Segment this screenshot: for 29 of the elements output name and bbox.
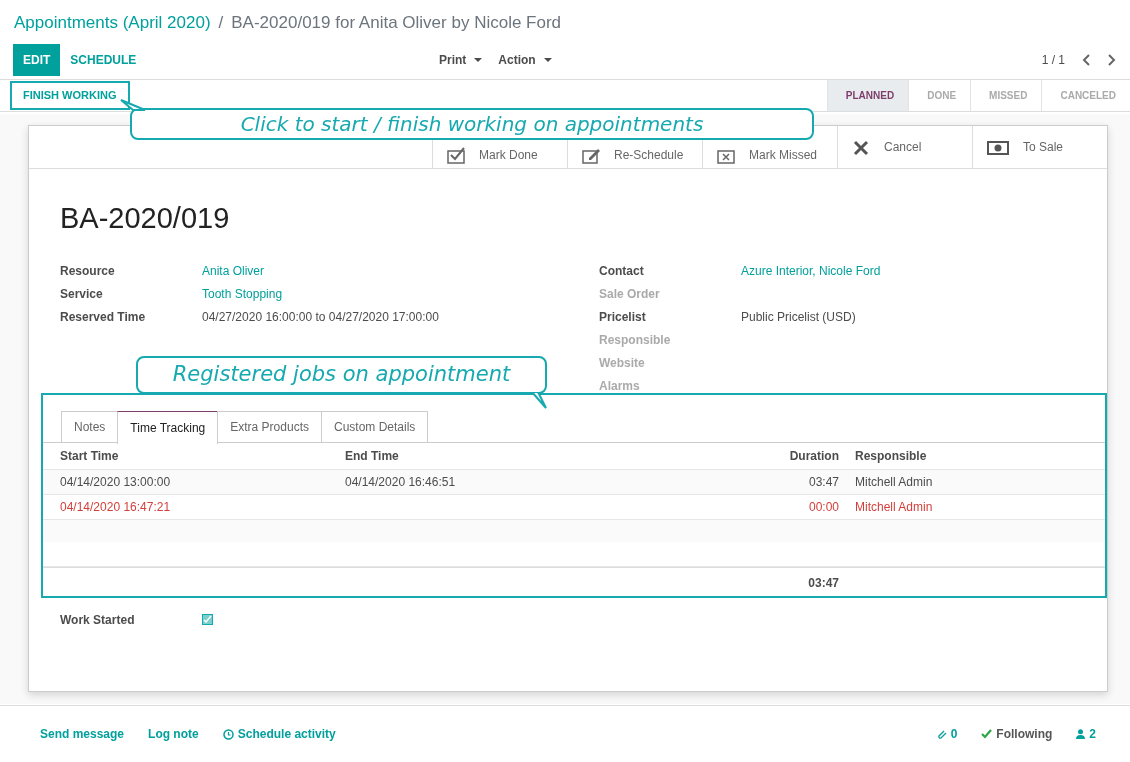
field-label: Service (60, 285, 104, 303)
field-label: Contact (599, 262, 645, 280)
field-label: Pricelist (599, 308, 647, 326)
column-header: Duration (788, 448, 839, 465)
table-cell-text: 04/14/2020 16:47:21 (59, 499, 172, 516)
table-cell-text: 04/14/2020 13:00:00 (59, 474, 172, 491)
field-label: Reserved Time (60, 308, 147, 326)
column-header: End Time (345, 448, 400, 465)
field-label: Work Started (60, 611, 136, 629)
table-cell-text: 00:00 (807, 499, 839, 516)
column-header: Responsible (854, 448, 927, 465)
column-header: Start Time (59, 448, 120, 465)
pager: 1 / 1 (1041, 51, 1065, 69)
record-title: BA-2020/019 (60, 201, 231, 236)
breadcrumb-current: BA-2020/019 for Anita Oliver by Nicole Ford (231, 12, 562, 34)
table-cell-text: 04/14/2020 16:46:51 (345, 474, 457, 491)
callout-tooltip: Registered jobs on appointment (136, 356, 547, 394)
breadcrumb-separator: / (218, 12, 224, 34)
field-label: Website (599, 354, 646, 372)
field-value: Public Pricelist (USD) (741, 308, 856, 326)
field-label: Sale Order (599, 285, 661, 303)
table-cell-text: Mitchell Admin (854, 474, 933, 491)
field-label: Resource (60, 262, 116, 280)
total-duration: 03:47 (807, 574, 839, 592)
table-cell-text: 03:47 (807, 474, 839, 491)
field-label: Alarms (599, 377, 641, 395)
table-cell-text: Mitchell Admin (854, 499, 933, 516)
field-value: 04/27/2020 16:00:00 to 04/27/2020 17:00:00 (202, 308, 439, 326)
field-label: Responsible (599, 331, 672, 349)
